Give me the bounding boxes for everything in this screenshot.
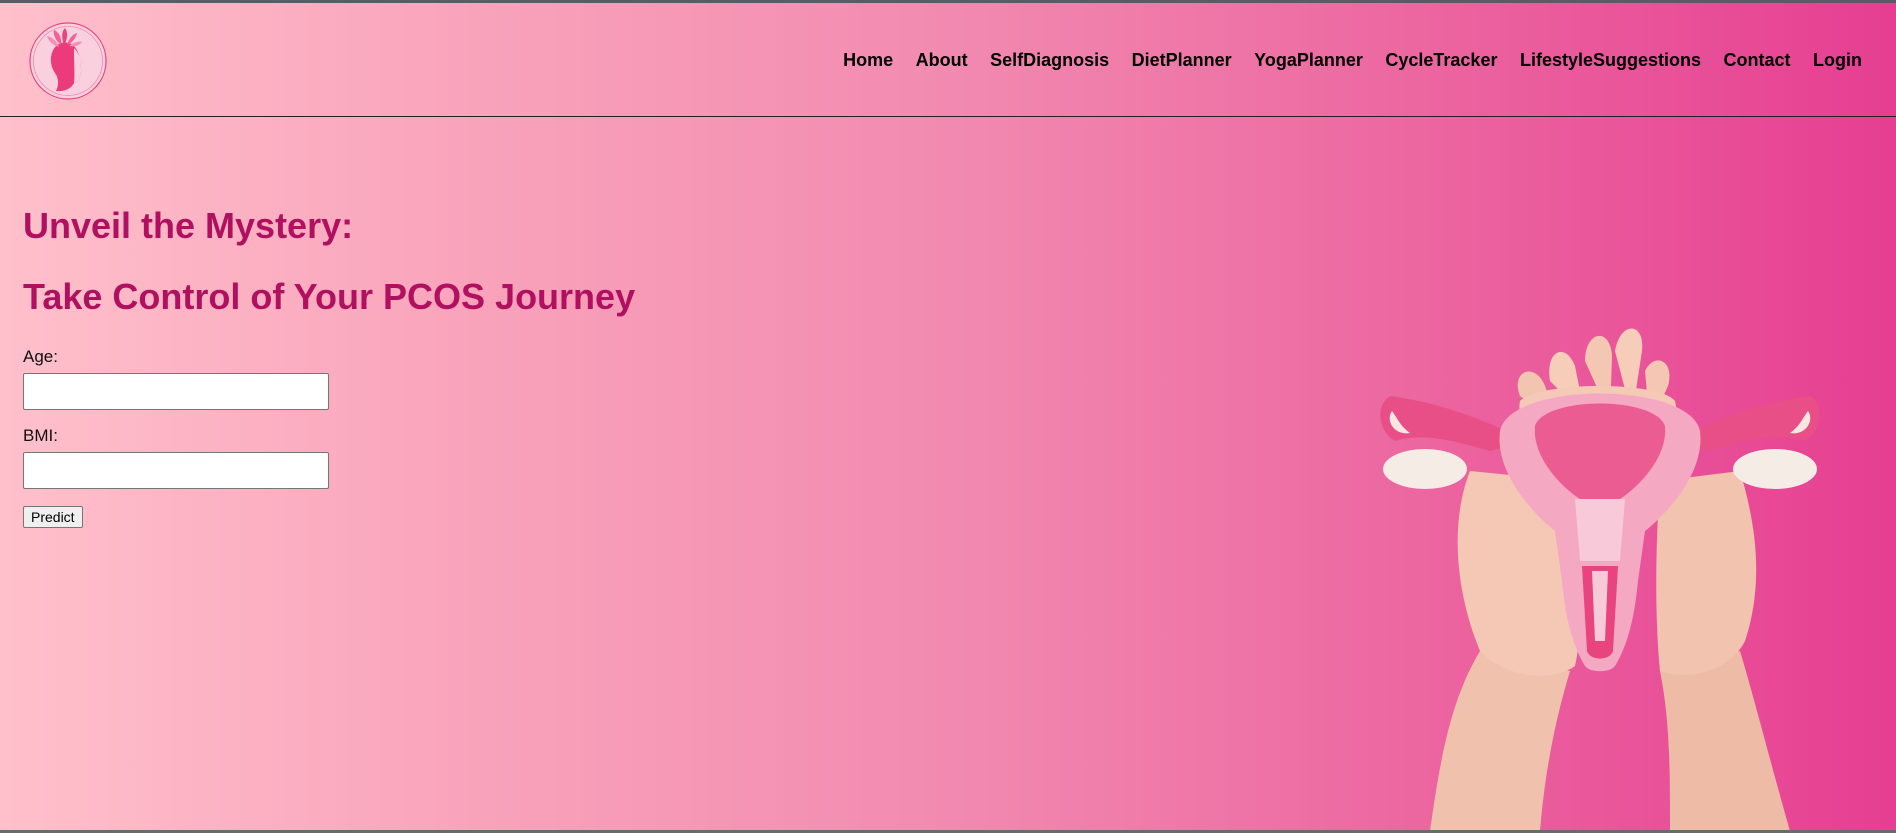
nav-login[interactable]: Login	[1813, 50, 1862, 71]
logo-icon[interactable]	[28, 21, 108, 101]
age-input[interactable]	[23, 373, 329, 410]
hands-uterus-illustration	[1370, 321, 1830, 830]
bmi-input[interactable]	[23, 452, 329, 489]
nav-lifestylesuggestions[interactable]: LifestyleSuggestions	[1520, 50, 1701, 71]
nav-dietplanner[interactable]: DietPlanner	[1132, 50, 1232, 71]
hero-headline: Unveil the Mystery:	[23, 205, 354, 246]
nav-contact[interactable]: Contact	[1724, 50, 1791, 71]
nav-about[interactable]: About	[916, 50, 968, 71]
page: Home About SelfDiagnosis DietPlanner Yog…	[0, 3, 1896, 830]
nav-cycletracker[interactable]: CycleTracker	[1385, 50, 1497, 71]
nav-yogaplanner[interactable]: YogaPlanner	[1254, 50, 1363, 71]
bmi-label: BMI:	[23, 426, 58, 445]
predict-button[interactable]: Predict	[23, 506, 83, 528]
hero-subheadline: Take Control of Your PCOS Journey	[23, 276, 636, 317]
nav-selfdiagnosis[interactable]: SelfDiagnosis	[990, 50, 1109, 71]
nav-home[interactable]: Home	[843, 50, 893, 71]
main-nav: Home About SelfDiagnosis DietPlanner Yog…	[843, 50, 1862, 71]
site-header: Home About SelfDiagnosis DietPlanner Yog…	[0, 3, 1896, 117]
age-label: Age:	[23, 347, 58, 366]
